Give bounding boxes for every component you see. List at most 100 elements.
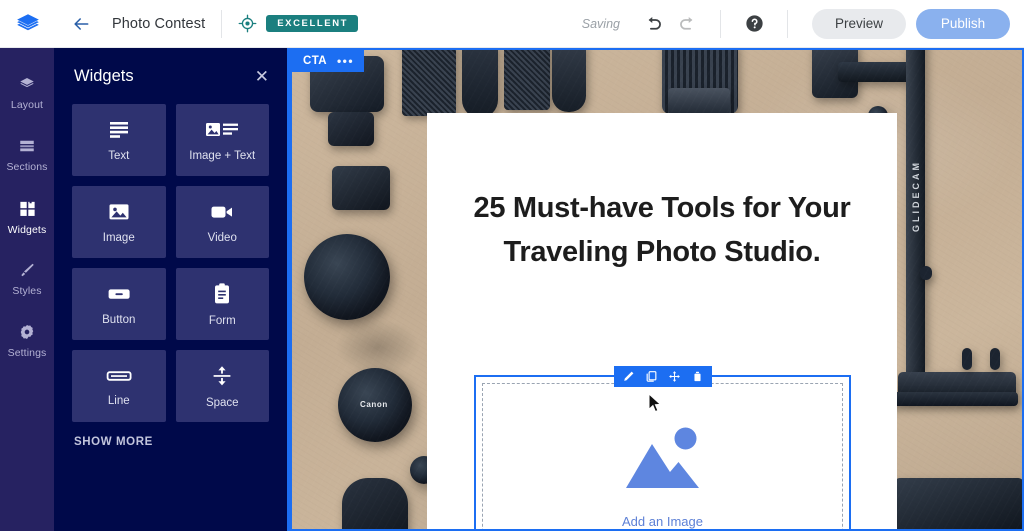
widget-tile-label: Image xyxy=(102,231,135,244)
background-object xyxy=(898,372,1016,400)
page-title: Photo Contest xyxy=(112,15,206,32)
background-object xyxy=(894,478,1024,531)
background-object xyxy=(838,62,910,82)
text-lines-icon xyxy=(109,121,128,138)
widget-tile-image-text[interactable]: Image + Text xyxy=(175,104,269,176)
widget-tile-video[interactable]: Video xyxy=(175,186,269,258)
widget-tile-label: Video xyxy=(207,231,237,244)
widget-tile-label: Form xyxy=(208,314,236,327)
sidebar-item-label: Widgets xyxy=(7,223,47,236)
status-badge[interactable]: EXCELLENT xyxy=(266,14,359,33)
widget-tile-label: Image + Text xyxy=(189,149,256,162)
widget-tile-form[interactable]: Form xyxy=(175,268,269,340)
edit-button[interactable] xyxy=(618,366,639,387)
sections-icon xyxy=(20,140,34,152)
move-arrows-icon xyxy=(668,371,680,382)
section-tag-cta[interactable]: CTA ••• xyxy=(292,50,365,72)
button-icon xyxy=(108,288,130,299)
brand-label-canon: Canon xyxy=(360,400,388,409)
background-object xyxy=(304,234,390,320)
widget-tile-text[interactable]: Text xyxy=(72,104,166,176)
image-text-icon xyxy=(206,122,239,136)
layers-icon xyxy=(20,78,34,88)
line-icon xyxy=(106,370,132,381)
background-object xyxy=(990,348,1000,370)
trash-icon xyxy=(693,371,701,382)
header-actions: Saving Preview Publish xyxy=(582,0,1024,47)
widget-tile-image[interactable]: Image xyxy=(72,186,166,258)
image-widget-selected[interactable]: Add an Image xyxy=(474,366,851,531)
redo-icon xyxy=(679,17,692,30)
help-circle-icon xyxy=(745,15,763,32)
background-object xyxy=(338,368,412,442)
background-object xyxy=(906,48,925,372)
sidebar-item-widgets[interactable]: Widgets xyxy=(0,186,54,248)
widget-tile-line[interactable]: Line xyxy=(72,350,166,422)
background-object xyxy=(402,48,456,116)
sidebar-item-label: Settings xyxy=(7,347,47,359)
gear-icon xyxy=(20,324,34,340)
widget-tile-label: Line xyxy=(107,394,130,407)
cta-card[interactable]: 25 Must-have Tools for Your Traveling Ph… xyxy=(427,113,897,531)
panel-header: Widgets ✕ xyxy=(54,48,287,104)
paintbrush-icon xyxy=(21,263,34,277)
copy-icon xyxy=(646,371,656,382)
move-button[interactable] xyxy=(664,366,685,387)
layers-logo-icon xyxy=(17,13,39,30)
help-button[interactable] xyxy=(737,7,771,41)
image-placeholder[interactable]: Add an Image xyxy=(482,383,843,531)
seo-score[interactable]: EXCELLENT xyxy=(238,14,359,33)
panel-title: Widgets xyxy=(74,66,134,85)
sidebar-item-label: Sections xyxy=(6,161,48,173)
background-object xyxy=(328,112,374,146)
top-header: Photo Contest EXCELLENT Saving Preview P… xyxy=(0,0,1024,48)
delete-button[interactable] xyxy=(687,366,708,387)
header-divider-3 xyxy=(787,9,788,38)
sidebar-item-label: Layout xyxy=(10,99,44,111)
background-object xyxy=(884,392,1018,406)
header-divider-1 xyxy=(221,9,223,38)
widget-tile-label: Space xyxy=(205,396,239,409)
background-object xyxy=(962,348,972,370)
image-placeholder-icon xyxy=(625,427,699,488)
widget-tile-button[interactable]: Button xyxy=(72,268,166,340)
background-object xyxy=(662,48,738,114)
vertical-arrows-icon xyxy=(213,365,231,385)
sidebar-item-settings[interactable]: Settings xyxy=(0,310,54,372)
preview-button[interactable]: Preview xyxy=(812,8,906,39)
widget-tile-label: Button xyxy=(102,313,136,326)
video-camera-icon xyxy=(211,206,233,218)
sidebar-item-sections[interactable]: Sections xyxy=(0,124,54,186)
background-object xyxy=(920,266,932,280)
redo-button[interactable] xyxy=(670,7,704,41)
background-object xyxy=(552,48,586,112)
app-logo[interactable] xyxy=(0,11,56,37)
background-object xyxy=(332,166,390,210)
publish-button[interactable]: Publish xyxy=(916,8,1010,39)
back-arrow-icon xyxy=(74,17,89,30)
show-more-link[interactable]: SHOW MORE xyxy=(54,436,287,448)
duplicate-button[interactable] xyxy=(641,366,662,387)
undo-icon xyxy=(648,17,661,30)
page-canvas[interactable]: Canon GLIDECAM 25 Must-have Tools for Yo… xyxy=(290,48,1024,531)
header-divider-2 xyxy=(720,9,721,38)
sidebar-item-styles[interactable]: Styles xyxy=(0,248,54,310)
back-button[interactable] xyxy=(64,7,98,41)
background-object xyxy=(342,478,408,531)
undo-button[interactable] xyxy=(636,7,670,41)
widgets-grid: Text Image + Text Image Video Button For… xyxy=(54,104,287,422)
widget-tile-space[interactable]: Space xyxy=(175,350,269,422)
close-icon[interactable]: ✕ xyxy=(255,68,269,85)
saving-status: Saving xyxy=(581,16,620,31)
image-icon xyxy=(109,203,129,219)
add-image-label: Add an Image xyxy=(622,513,703,529)
clipboard-form-icon xyxy=(215,282,230,303)
background-object xyxy=(668,88,730,114)
widget-toolbar xyxy=(613,366,712,387)
background-object xyxy=(812,48,858,98)
left-rail: Layout Sections Widgets Styles Settings xyxy=(0,48,54,531)
ellipsis-icon[interactable]: ••• xyxy=(337,54,354,68)
section-tag-label: CTA xyxy=(303,55,327,67)
sidebar-item-layout[interactable]: Layout xyxy=(0,62,54,124)
widgets-panel: Widgets ✕ Text Image + Text Image Video … xyxy=(54,48,290,531)
